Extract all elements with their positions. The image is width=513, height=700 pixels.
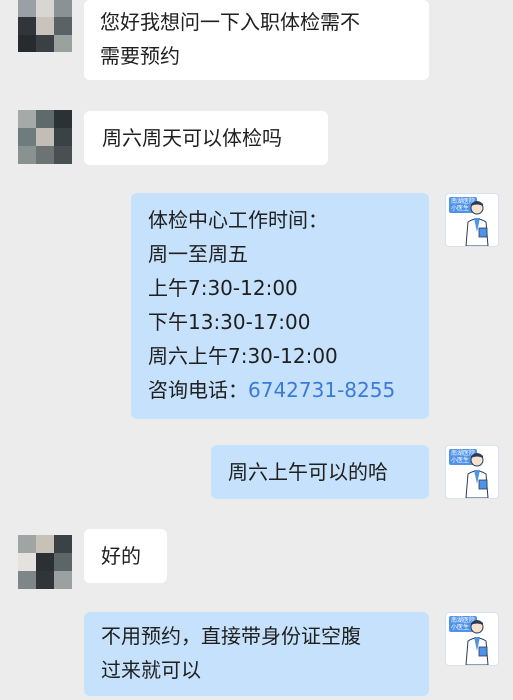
phone-number-link[interactable]: 6742731-8255 bbox=[248, 378, 395, 402]
doctor-avatar[interactable]: 南湖医院 小医生 bbox=[445, 612, 499, 666]
message-text: 体检中心工作时间： bbox=[148, 208, 328, 232]
user-avatar[interactable] bbox=[18, 0, 72, 52]
message-text: 周一至周五 bbox=[148, 242, 248, 266]
doctor-illustration-icon bbox=[465, 201, 489, 246]
message-text: 过来就可以 bbox=[101, 658, 201, 682]
phone-label: 咨询电话： bbox=[148, 378, 248, 402]
message-text: 您好我想问一下入职体检需不 bbox=[100, 10, 360, 34]
message-bubble-incoming[interactable]: 好的 bbox=[84, 529, 167, 583]
message-bubble-outgoing[interactable]: 不用预约，直接带身份证空腹 过来就可以 bbox=[84, 612, 429, 696]
doctor-illustration-icon bbox=[465, 620, 489, 665]
doctor-avatar[interactable]: 南湖医院 小医生 bbox=[445, 445, 499, 499]
message-text: 周六上午7:30-12:00 bbox=[148, 344, 338, 368]
message-bubble-outgoing[interactable]: 周六上午可以的哈 bbox=[211, 445, 429, 499]
message-text: 好的 bbox=[101, 544, 141, 568]
message-text: 不用预约，直接带身份证空腹 bbox=[101, 624, 361, 648]
message-text: 周六周天可以体检吗 bbox=[102, 126, 282, 150]
message-text: 下午13:30-17:00 bbox=[148, 310, 311, 334]
message-bubble-incoming[interactable]: 周六周天可以体检吗 bbox=[84, 111, 328, 165]
message-text: 上午7:30-12:00 bbox=[148, 276, 298, 300]
message-text: 周六上午可以的哈 bbox=[228, 460, 388, 484]
user-avatar[interactable] bbox=[18, 535, 72, 589]
user-avatar[interactable] bbox=[18, 110, 72, 164]
doctor-avatar[interactable]: 南湖医院 小医生 bbox=[445, 193, 499, 247]
message-text: 需要预约 bbox=[100, 44, 180, 68]
message-bubble-outgoing[interactable]: 体检中心工作时间： 周一至周五 上午7:30-12:00 下午13:30-17:… bbox=[131, 193, 429, 419]
phone-line: 咨询电话：6742731-8255 bbox=[148, 373, 412, 407]
message-bubble-incoming[interactable]: 您好我想问一下入职体检需不 需要预约 bbox=[84, 0, 429, 80]
doctor-illustration-icon bbox=[465, 453, 489, 498]
